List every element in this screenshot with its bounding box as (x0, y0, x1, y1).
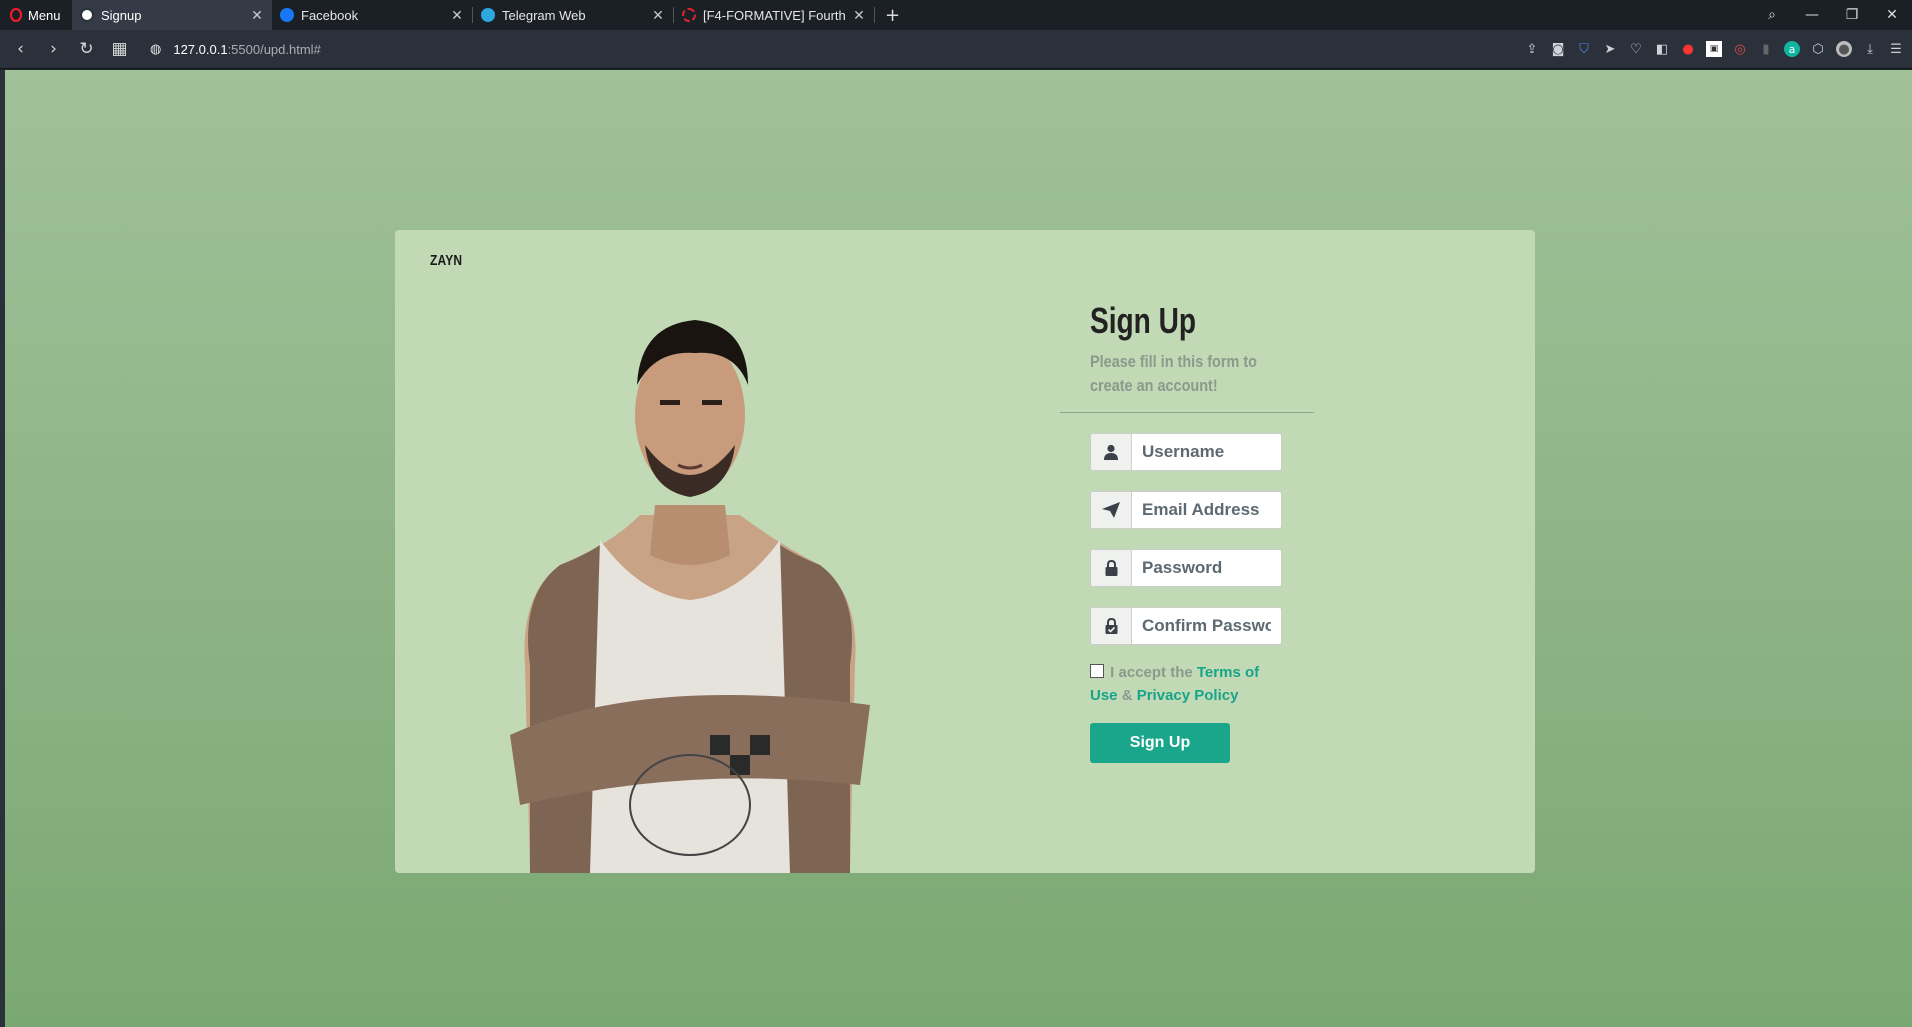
close-tab-icon[interactable]: ✕ (852, 7, 866, 24)
user-icon (1091, 434, 1132, 470)
sign-up-button[interactable]: Sign Up (1090, 723, 1230, 763)
menu-label: Menu (28, 7, 61, 23)
forward-icon[interactable]: › (37, 39, 70, 59)
shield-adblock-icon[interactable]: ⛉ (1576, 41, 1592, 57)
close-tab-icon[interactable]: ✕ (250, 7, 264, 24)
terms-prefix: I accept the (1110, 664, 1193, 681)
tab-signup[interactable]: Signup ✕ (72, 0, 272, 30)
tab-facebook[interactable]: Facebook ✕ (272, 0, 472, 30)
globe-favicon-icon (80, 8, 94, 22)
privacy-policy-link[interactable]: Privacy Policy (1137, 687, 1239, 704)
terms-ampersand: & (1121, 687, 1133, 704)
tab-grid-icon[interactable]: ▦ (103, 39, 136, 59)
target-extension-icon[interactable]: ◎ (1732, 41, 1748, 57)
heart-icon[interactable]: ♡ (1628, 41, 1644, 57)
accept-terms-checkbox[interactable] (1090, 664, 1104, 678)
tab-title: Telegram Web (502, 7, 586, 23)
form-heading: Sign Up (1090, 300, 1197, 341)
username-input[interactable] (1132, 434, 1281, 470)
tab-title: [F4-FORMATIVE] Fourth Fo (703, 7, 845, 23)
password-field (1090, 549, 1282, 587)
subtitle-line-1: Please fill in this form to (1090, 352, 1258, 371)
brand-logo[interactable]: ZAYN (430, 252, 462, 269)
confirm-password-field (1090, 607, 1282, 645)
bookmark-extension-icon[interactable]: ▮ (1758, 41, 1774, 57)
reload-icon[interactable]: ↻ (70, 39, 103, 59)
tab-title: Signup (101, 7, 142, 23)
red-extension-icon[interactable]: ● (1680, 41, 1696, 57)
form-subtitle: Please fill in this form to create an ac… (1090, 350, 1269, 398)
model-photo (510, 320, 870, 873)
restore-button[interactable]: ❐ (1832, 7, 1872, 23)
tab-bar: Menu Signup ✕ Facebook ✕ Telegram Web ✕ … (0, 0, 1912, 30)
wallet-extension-icon[interactable]: ◧ (1654, 41, 1670, 57)
url-host: 127.0.0.1 (173, 41, 228, 57)
signup-card: ZAYN Sign Up Please fill in this form to… (395, 230, 1535, 873)
opera-logo-icon (10, 8, 22, 22)
window-controls: ⌕ — ❐ ✕ (1752, 0, 1912, 30)
url-path: :5500/upd.html# (227, 41, 321, 57)
close-tab-icon[interactable]: ✕ (651, 7, 665, 24)
site-info-globe-icon[interactable]: ◍ (150, 41, 161, 57)
signup-form: Sign Up Please fill in this form to crea… (1060, 300, 1340, 763)
share-icon[interactable]: ⇪ (1524, 41, 1540, 57)
easy-setup-icon[interactable]: ☰ (1888, 41, 1904, 57)
teal-extension-icon[interactable]: a (1784, 41, 1800, 57)
facebook-favicon-icon (280, 8, 294, 22)
confirm-password-input[interactable] (1132, 608, 1281, 644)
form-divider (1060, 412, 1314, 413)
minimize-button[interactable]: — (1792, 7, 1832, 23)
download-icon[interactable]: ⤓ (1862, 41, 1878, 57)
extension-toolbar: ⇪ ◙ ⛉ ➤ ♡ ◧ ● ▣ ◎ ▮ a ⬡ ● ⤓ ☰ (1524, 41, 1912, 57)
address-bar: ‹ › ↻ ▦ ◍ 127.0.0.1:5500/upd.html# ⇪ ◙ ⛉… (0, 30, 1912, 69)
username-field (1090, 433, 1282, 471)
profile-avatar-icon[interactable]: ● (1836, 41, 1852, 57)
tab-title: Facebook (301, 7, 359, 23)
subtitle-line-2: create an account! (1090, 376, 1218, 395)
paper-plane-icon (1091, 492, 1132, 528)
new-tab-button[interactable]: + (875, 5, 910, 26)
terms-row: I accept the Terms of Use & Privacy Poli… (1090, 661, 1290, 707)
close-tab-icon[interactable]: ✕ (450, 7, 464, 24)
url-field[interactable]: ◍ 127.0.0.1:5500/upd.html# (150, 41, 321, 57)
page-viewport: ZAYN Sign Up Please fill in this form to… (5, 70, 1912, 1027)
square-extension-icon[interactable]: ▣ (1706, 41, 1722, 57)
lock-check-icon (1091, 608, 1132, 644)
telegram-favicon-icon (481, 8, 495, 22)
cube-extension-icon[interactable]: ⬡ (1810, 41, 1826, 57)
email-field (1090, 491, 1282, 529)
tab-formative[interactable]: [F4-FORMATIVE] Fourth Fo ✕ (674, 0, 874, 30)
tab-telegram[interactable]: Telegram Web ✕ (473, 0, 673, 30)
back-icon[interactable]: ‹ (4, 39, 37, 59)
email-input[interactable] (1132, 492, 1281, 528)
opera-menu-button[interactable]: Menu (0, 0, 72, 30)
send-icon[interactable]: ➤ (1602, 41, 1618, 57)
lock-icon (1091, 550, 1132, 586)
close-window-button[interactable]: ✕ (1872, 7, 1912, 23)
search-tabs-icon[interactable]: ⌕ (1752, 7, 1792, 23)
camera-snapshot-icon[interactable]: ◙ (1550, 41, 1566, 57)
loading-favicon-icon (682, 8, 696, 22)
password-input[interactable] (1132, 550, 1281, 586)
